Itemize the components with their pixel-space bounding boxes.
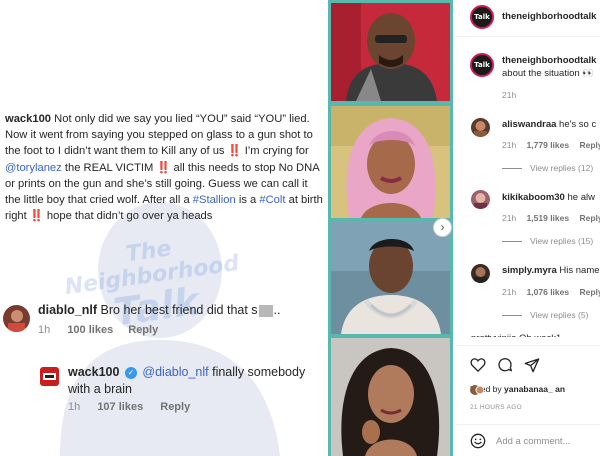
likes-count[interactable]: 107 likes xyxy=(97,401,143,413)
post-username[interactable]: wack100 xyxy=(5,113,51,125)
avatar[interactable] xyxy=(471,118,490,137)
hashtag-link[interactable]: #Stallion xyxy=(193,194,236,206)
comment-meta: 1h 100 likes Reply xyxy=(38,324,159,336)
liked-by-user[interactable]: yanabanaa_ xyxy=(504,384,553,394)
reply-button[interactable]: Reply xyxy=(128,324,158,336)
verified-icon: ✓ xyxy=(124,366,137,379)
comment-text: prettyviniie Oh wack1 xyxy=(471,333,562,344)
emoji-icon[interactable] xyxy=(470,433,486,449)
comment-username[interactable]: simply.myra xyxy=(502,265,557,276)
comment-text: aliswandraa he's so c xyxy=(502,119,597,130)
comment-meta: 21h 1,076 likes Reply xyxy=(502,287,600,297)
post-actions: Liked by yanabanaa_ an 21 HOURS AGO Add … xyxy=(456,345,600,456)
likes-count[interactable]: 1,519 likes xyxy=(527,213,570,223)
mention-link[interactable]: @torylanez xyxy=(5,162,62,174)
likes-count[interactable]: 1,076 likes xyxy=(527,287,570,297)
avatar xyxy=(470,385,484,395)
comment-text: kikikaboom30 he alw xyxy=(502,192,595,203)
mention-link[interactable]: @diablo_nlf xyxy=(142,365,208,379)
caption-time: 21h xyxy=(502,90,517,100)
censor-block xyxy=(258,304,273,317)
heart-icon[interactable] xyxy=(470,357,486,372)
comment-screenshot: The Neighborhood Talk wack100 Not only d… xyxy=(0,0,328,456)
comment-username[interactable]: aliswandraa xyxy=(502,119,556,130)
view-replies-button[interactable]: View replies (15) xyxy=(502,236,593,246)
hashtag-link[interactable]: #Colt xyxy=(259,194,285,206)
photo-woman-dark-hair xyxy=(331,338,450,456)
post-header: Talk theneighborhoodtalk xyxy=(456,0,600,37)
liked-by: Liked by yanabanaa_ an xyxy=(470,384,566,395)
profile-avatar[interactable]: Talk xyxy=(470,5,494,29)
share-icon[interactable] xyxy=(524,357,540,373)
comment-text: simply.myra His name xyxy=(502,265,600,276)
post-timestamp: 21 HOURS AGO xyxy=(470,404,523,411)
photo-woman-pink-hair xyxy=(331,106,450,218)
reply-button[interactable]: Reply xyxy=(579,287,600,297)
photo-man-hoodie xyxy=(331,3,450,101)
reply-text: wack100 ✓ @diablo_nlf finally somebody w… xyxy=(68,365,306,396)
view-replies-button[interactable]: View replies (12) xyxy=(502,163,593,173)
caption-username[interactable]: theneighborhoodtalk xyxy=(502,55,596,66)
add-comment-input[interactable]: Add a comment... xyxy=(496,436,570,447)
comment-text: diablo_nlf Bro her best friend did that … xyxy=(38,303,281,317)
avatar[interactable] xyxy=(40,367,59,386)
reply-button[interactable]: Reply xyxy=(579,213,600,223)
instagram-comments-panel: Talk theneighborhoodtalk Talk theneighbo… xyxy=(456,0,600,456)
avatar[interactable] xyxy=(471,264,490,283)
avatar[interactable] xyxy=(3,305,30,332)
likes-count[interactable]: 100 likes xyxy=(67,324,113,336)
carousel-next-icon[interactable]: › xyxy=(433,218,452,237)
avatar[interactable] xyxy=(471,190,490,209)
header-username[interactable]: theneighborhoodtalk xyxy=(502,11,596,22)
comment-meta: 21h 1,519 likes Reply xyxy=(502,213,600,223)
reply-button[interactable]: Reply xyxy=(160,401,190,413)
reply-meta: 1h 107 likes Reply xyxy=(68,401,191,413)
comment-username[interactable]: kikikaboom30 xyxy=(502,192,565,203)
reply-button[interactable]: Reply xyxy=(579,140,600,150)
photo-man-chains xyxy=(331,221,450,334)
caption-text: about the situation 👀 xyxy=(502,68,595,79)
comment-meta: 21h 1,779 likes Reply xyxy=(502,140,600,150)
profile-avatar[interactable]: Talk xyxy=(470,53,494,77)
comment-icon[interactable] xyxy=(497,357,513,373)
likes-count[interactable]: 1,779 likes xyxy=(527,140,570,150)
add-comment-bar: Add a comment... xyxy=(456,424,600,456)
post-text: wack100 Not only did we say you lied “YO… xyxy=(5,113,323,223)
comment-username[interactable]: diablo_nlf xyxy=(38,303,97,317)
reply-username[interactable]: wack100 xyxy=(68,365,119,379)
view-replies-button[interactable]: View replies (5) xyxy=(502,310,588,320)
